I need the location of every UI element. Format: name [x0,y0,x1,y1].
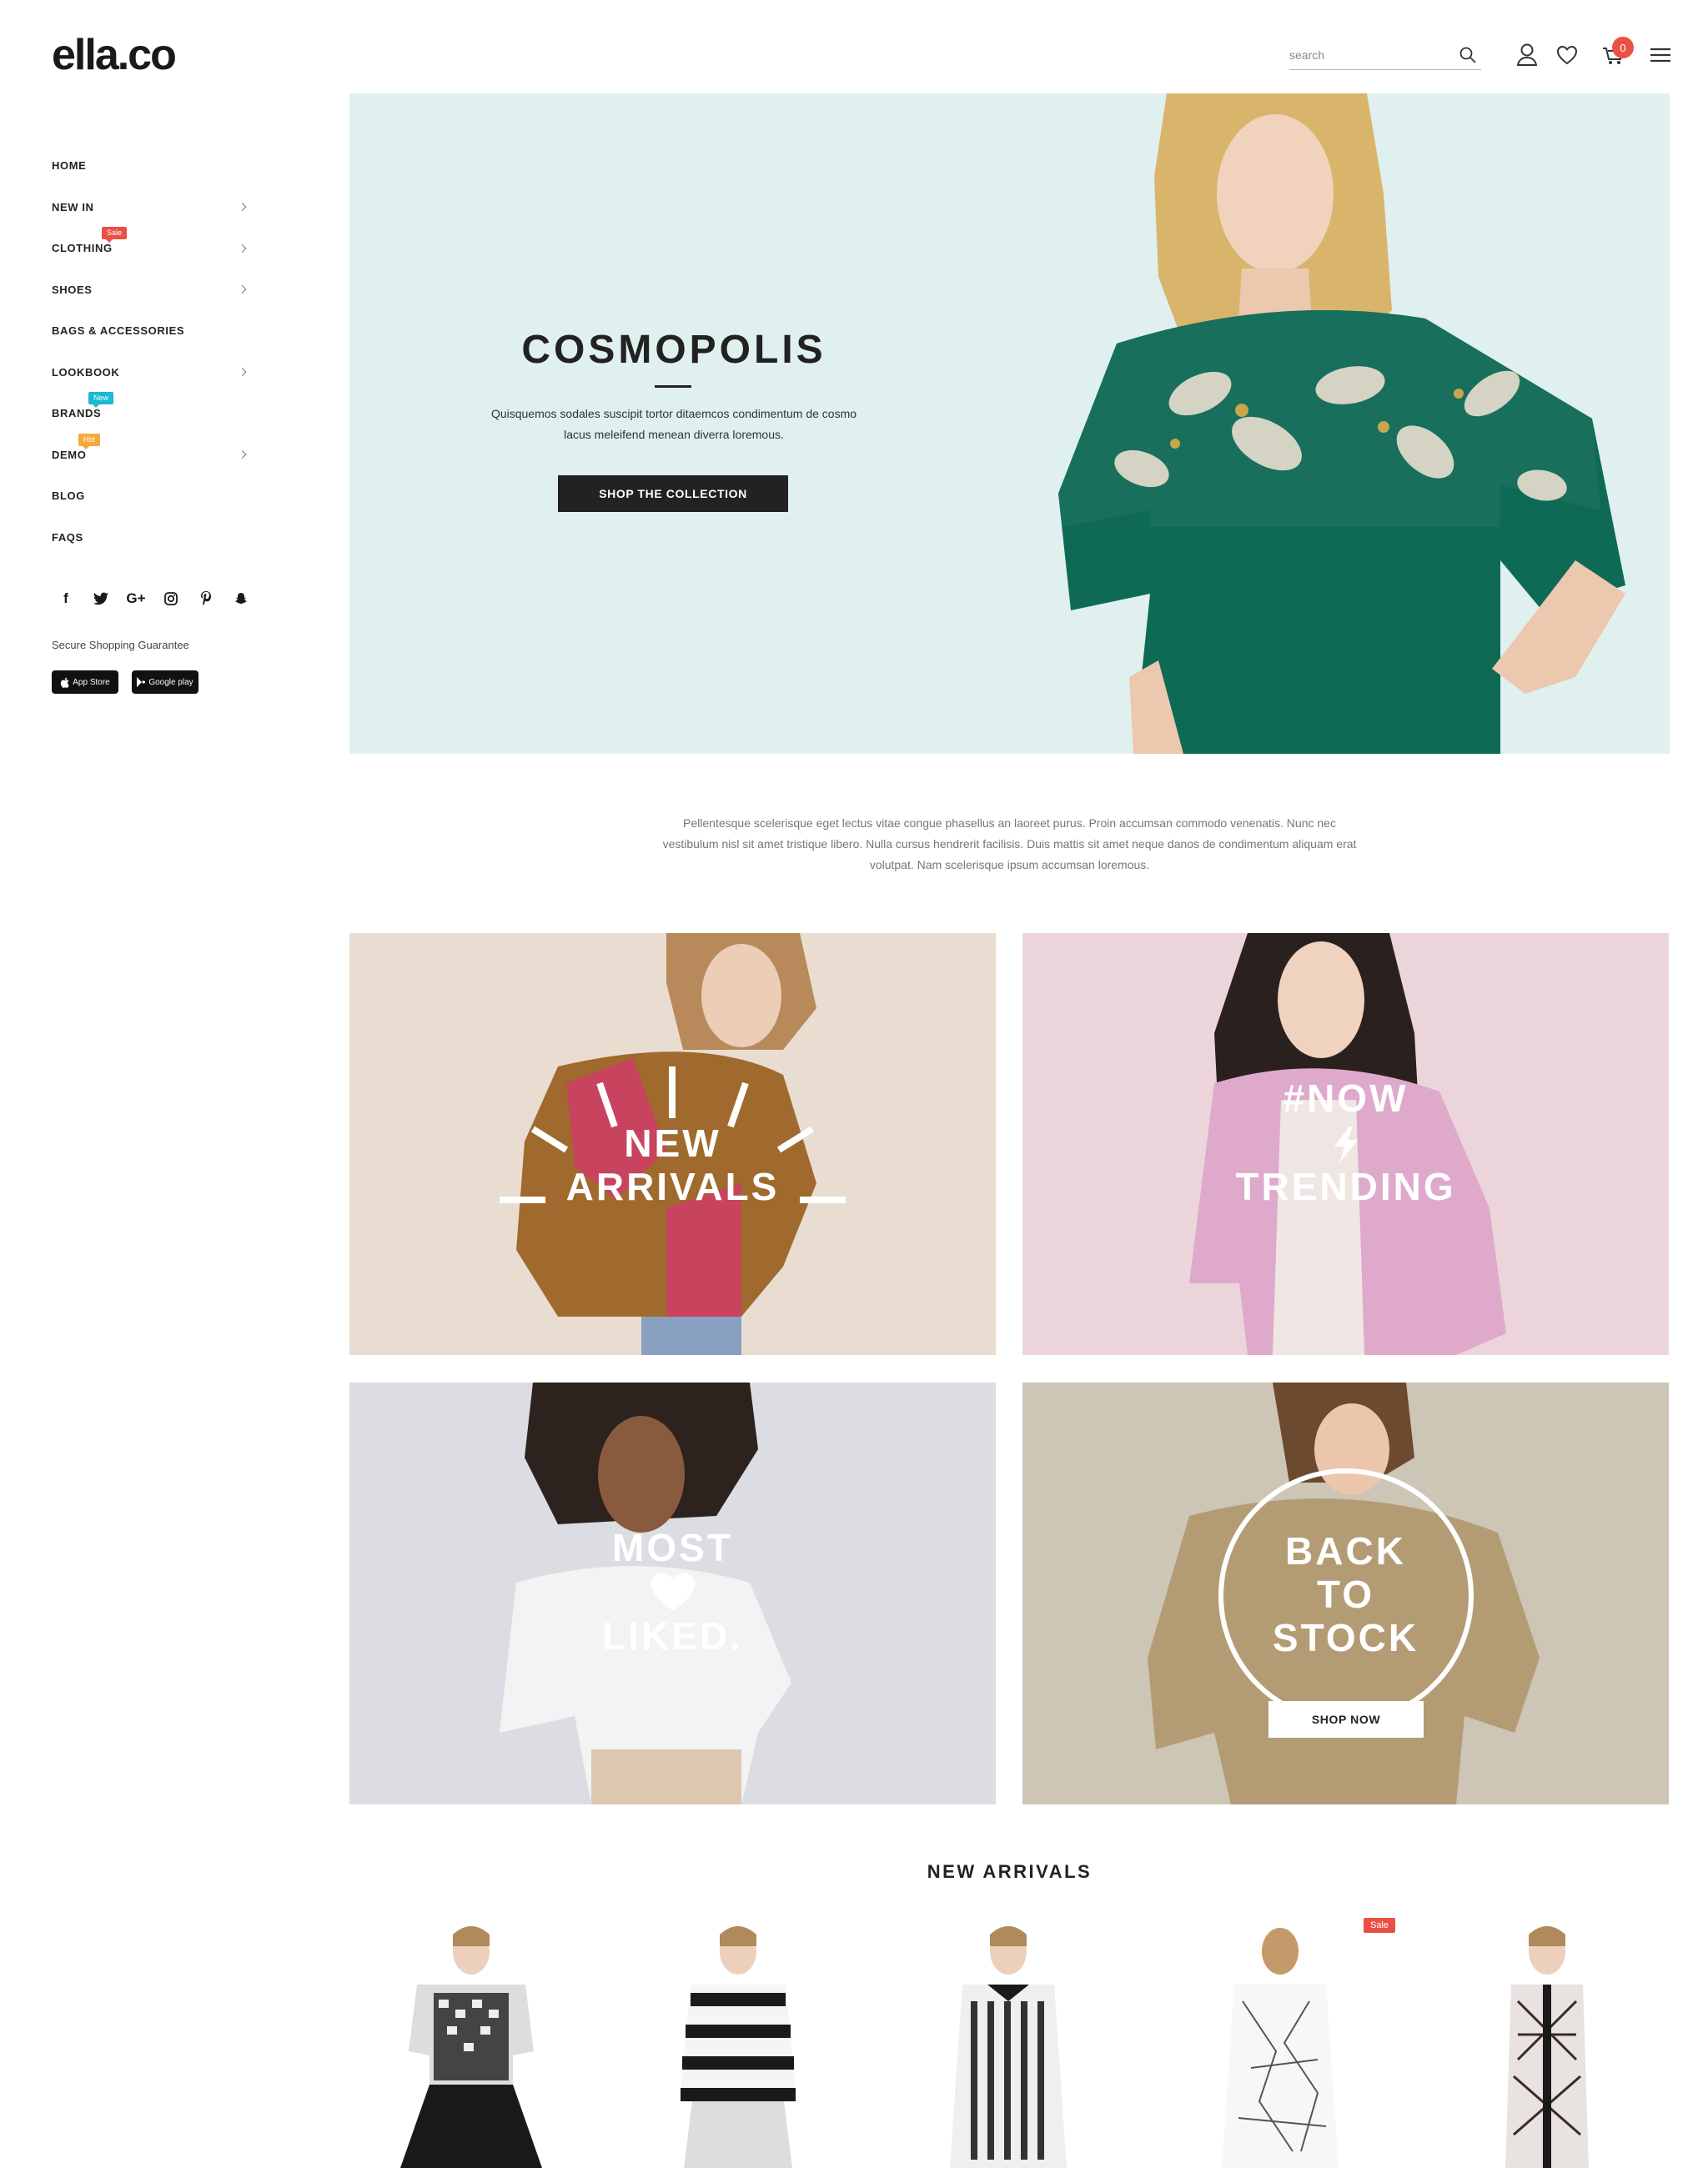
google-play-icon [137,677,146,687]
sidebar-item-label: NEW IN [52,200,94,213]
app-store-label: App Store [73,677,110,687]
product-card[interactable] [904,1918,1113,2168]
chevron-right-icon [238,450,247,459]
twitter-icon[interactable] [83,587,118,610]
hero-title: COSMOPOLIS [521,328,826,372]
shop-now-button[interactable]: SHOP NOW [1268,1701,1424,1738]
cart-count-badge: 0 [1612,37,1634,58]
sidebar-item-lookbook[interactable]: LOOKBOOK [52,352,252,394]
hero-banner: COSMOPOLIS Quisquemos sodales suscipit t… [349,93,1670,754]
most-liked-line2: LIKED. [602,1614,743,1658]
lightning-icon [1334,1127,1358,1163]
sidebar-item-clothing[interactable]: Sale CLOTHING [52,227,252,269]
back-to-stock-banner[interactable]: BACK TO STOCK SHOP NOW [1022,1383,1669,1804]
product-image [1222,1928,1339,2168]
sidebar-item-label: CLOTHING [52,242,113,255]
sale-badge: Sale [1364,1918,1396,1933]
shop-collection-button[interactable]: SHOP THE COLLECTION [558,475,788,512]
sidebar-item-label: SHOES [52,283,93,296]
product-image [400,1926,542,2168]
sale-badge: Sale [102,227,128,243]
hero-description: Quisquemos sodales suscipit tortor ditae… [490,407,857,441]
product-card[interactable] [367,1918,575,2168]
sidebar-item-label: BAGS & ACCESSORIES [52,324,185,338]
instagram-icon[interactable] [153,587,188,610]
hot-badge: Hot [78,433,101,449]
account-icon[interactable] [1515,42,1540,68]
new-badge: New [88,392,114,408]
sidebar-item-label: BLOG [52,489,85,503]
hero-divider [655,385,691,388]
back-to-stock-line1: BACK [1285,1529,1406,1573]
google-play-button[interactable]: Google play [132,670,198,694]
apple-icon [61,677,69,688]
google-play-label: Google play [148,677,193,687]
new-arrivals-heading: NEW ARRIVALS [927,1861,1093,1882]
secure-shopping-text: Secure Shopping Guarantee [52,639,189,651]
trending-banner[interactable]: #NOW TRENDING [1022,933,1669,1355]
trending-line2: TRENDING [1235,1165,1456,1208]
sidebar-item-brands[interactable]: New BRANDS [52,392,252,434]
hero-model-image [1058,93,1625,754]
search-icon[interactable] [1458,45,1478,65]
trending-line1: #NOW [1283,1076,1409,1120]
chevron-right-icon [238,203,247,212]
social-links: f G+ [48,587,259,610]
sidebar-item-new-in[interactable]: NEW IN [52,187,252,228]
product-card[interactable] [634,1918,842,2168]
product-image [680,1926,796,2168]
new-arrivals-banner[interactable]: NEW ARRIVALS [349,933,996,1355]
chevron-right-icon [238,243,247,253]
search-box [1289,42,1481,70]
product-card[interactable]: Sale [1176,1918,1396,2168]
intro-text: Pellentesque scelerisque eget lectus vit… [662,816,1357,871]
sidebar-item-faqs[interactable]: FAQS [52,517,252,559]
snapchat-icon[interactable] [224,587,259,610]
menu-hamburger-icon[interactable] [1648,42,1673,68]
wishlist-heart-icon[interactable] [1555,42,1580,68]
back-to-stock-line2: TO [1316,1573,1375,1616]
most-liked-line1: MOST [612,1526,733,1569]
app-store-button[interactable]: App Store [52,670,118,694]
facebook-icon[interactable]: f [48,587,83,610]
sidebar-nav: HOME NEW IN Sale CLOTHING SHOES BAGS & A… [52,145,252,558]
sidebar-item-shoes[interactable]: SHOES [52,269,252,311]
new-arrivals-line2: ARRIVALS [565,1165,780,1208]
chevron-right-icon [238,368,247,377]
back-to-stock-line3: STOCK [1272,1616,1419,1659]
product-image [950,1926,1067,2168]
app-store-links: App Store Google play [52,670,198,694]
chevron-right-icon [238,285,247,294]
search-input[interactable] [1289,42,1448,68]
sidebar-item-label: DEMO [52,448,87,461]
sidebar-item-label: HOME [52,159,87,173]
sidebar-item-label: BRANDS [52,407,102,420]
sidebar-item-bags-accessories[interactable]: BAGS & ACCESSORIES [52,310,252,352]
sidebar-item-label: FAQS [52,530,83,544]
sidebar-item-demo[interactable]: Hot DEMO [52,433,252,476]
heart-icon [651,1573,695,1611]
sidebar-item-blog[interactable]: BLOG [52,475,252,517]
site-logo[interactable]: ella.co [52,30,177,80]
most-liked-banner[interactable]: MOST LIKED. [349,1383,996,1804]
pinterest-icon[interactable] [188,587,224,610]
product-card[interactable] [1443,1918,1651,2168]
new-arrivals-line1: NEW [624,1122,721,1165]
product-image [1505,1926,1589,2168]
sidebar-item-label: LOOKBOOK [52,365,120,379]
google-plus-icon[interactable]: G+ [118,587,153,610]
sidebar-item-home[interactable]: HOME [52,145,252,187]
